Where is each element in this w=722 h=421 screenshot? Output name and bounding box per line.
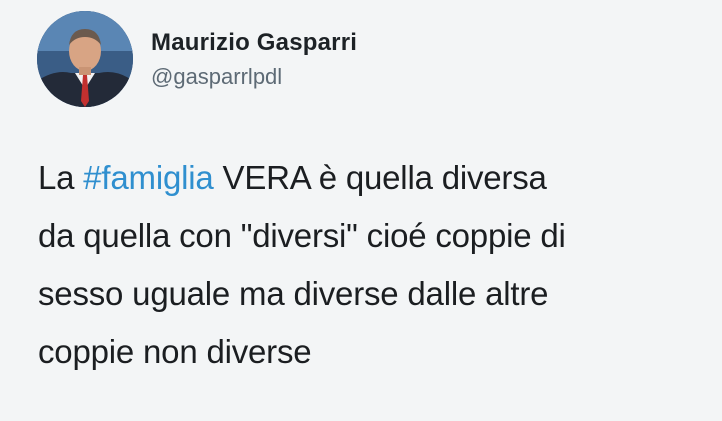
avatar[interactable] [37,11,133,107]
tweet-line-3: sesso uguale ma diverse dalle altre [38,275,549,312]
tweet-text: La #famiglia VERA è quella diversa da qu… [38,149,698,381]
tweet-card: Maurizio Gasparri @gasparrlpdl La #famig… [0,0,722,421]
hashtag-link[interactable]: #famiglia [83,159,213,196]
tweet-line-2: da quella con "diversi" cioé coppie di [38,217,566,254]
tweet-line-1-suffix: VERA è quella diversa [213,159,547,196]
tweet-line-1: La #famiglia VERA è quella diversa [38,149,698,207]
tweet-line-1-prefix: La [38,159,84,196]
author-handle[interactable]: @gasparrlpdl [151,64,282,90]
author-name[interactable]: Maurizio Gasparri [151,29,357,57]
tweet-line-4: coppie non diverse [38,333,312,370]
profile-photo-icon [37,11,133,107]
